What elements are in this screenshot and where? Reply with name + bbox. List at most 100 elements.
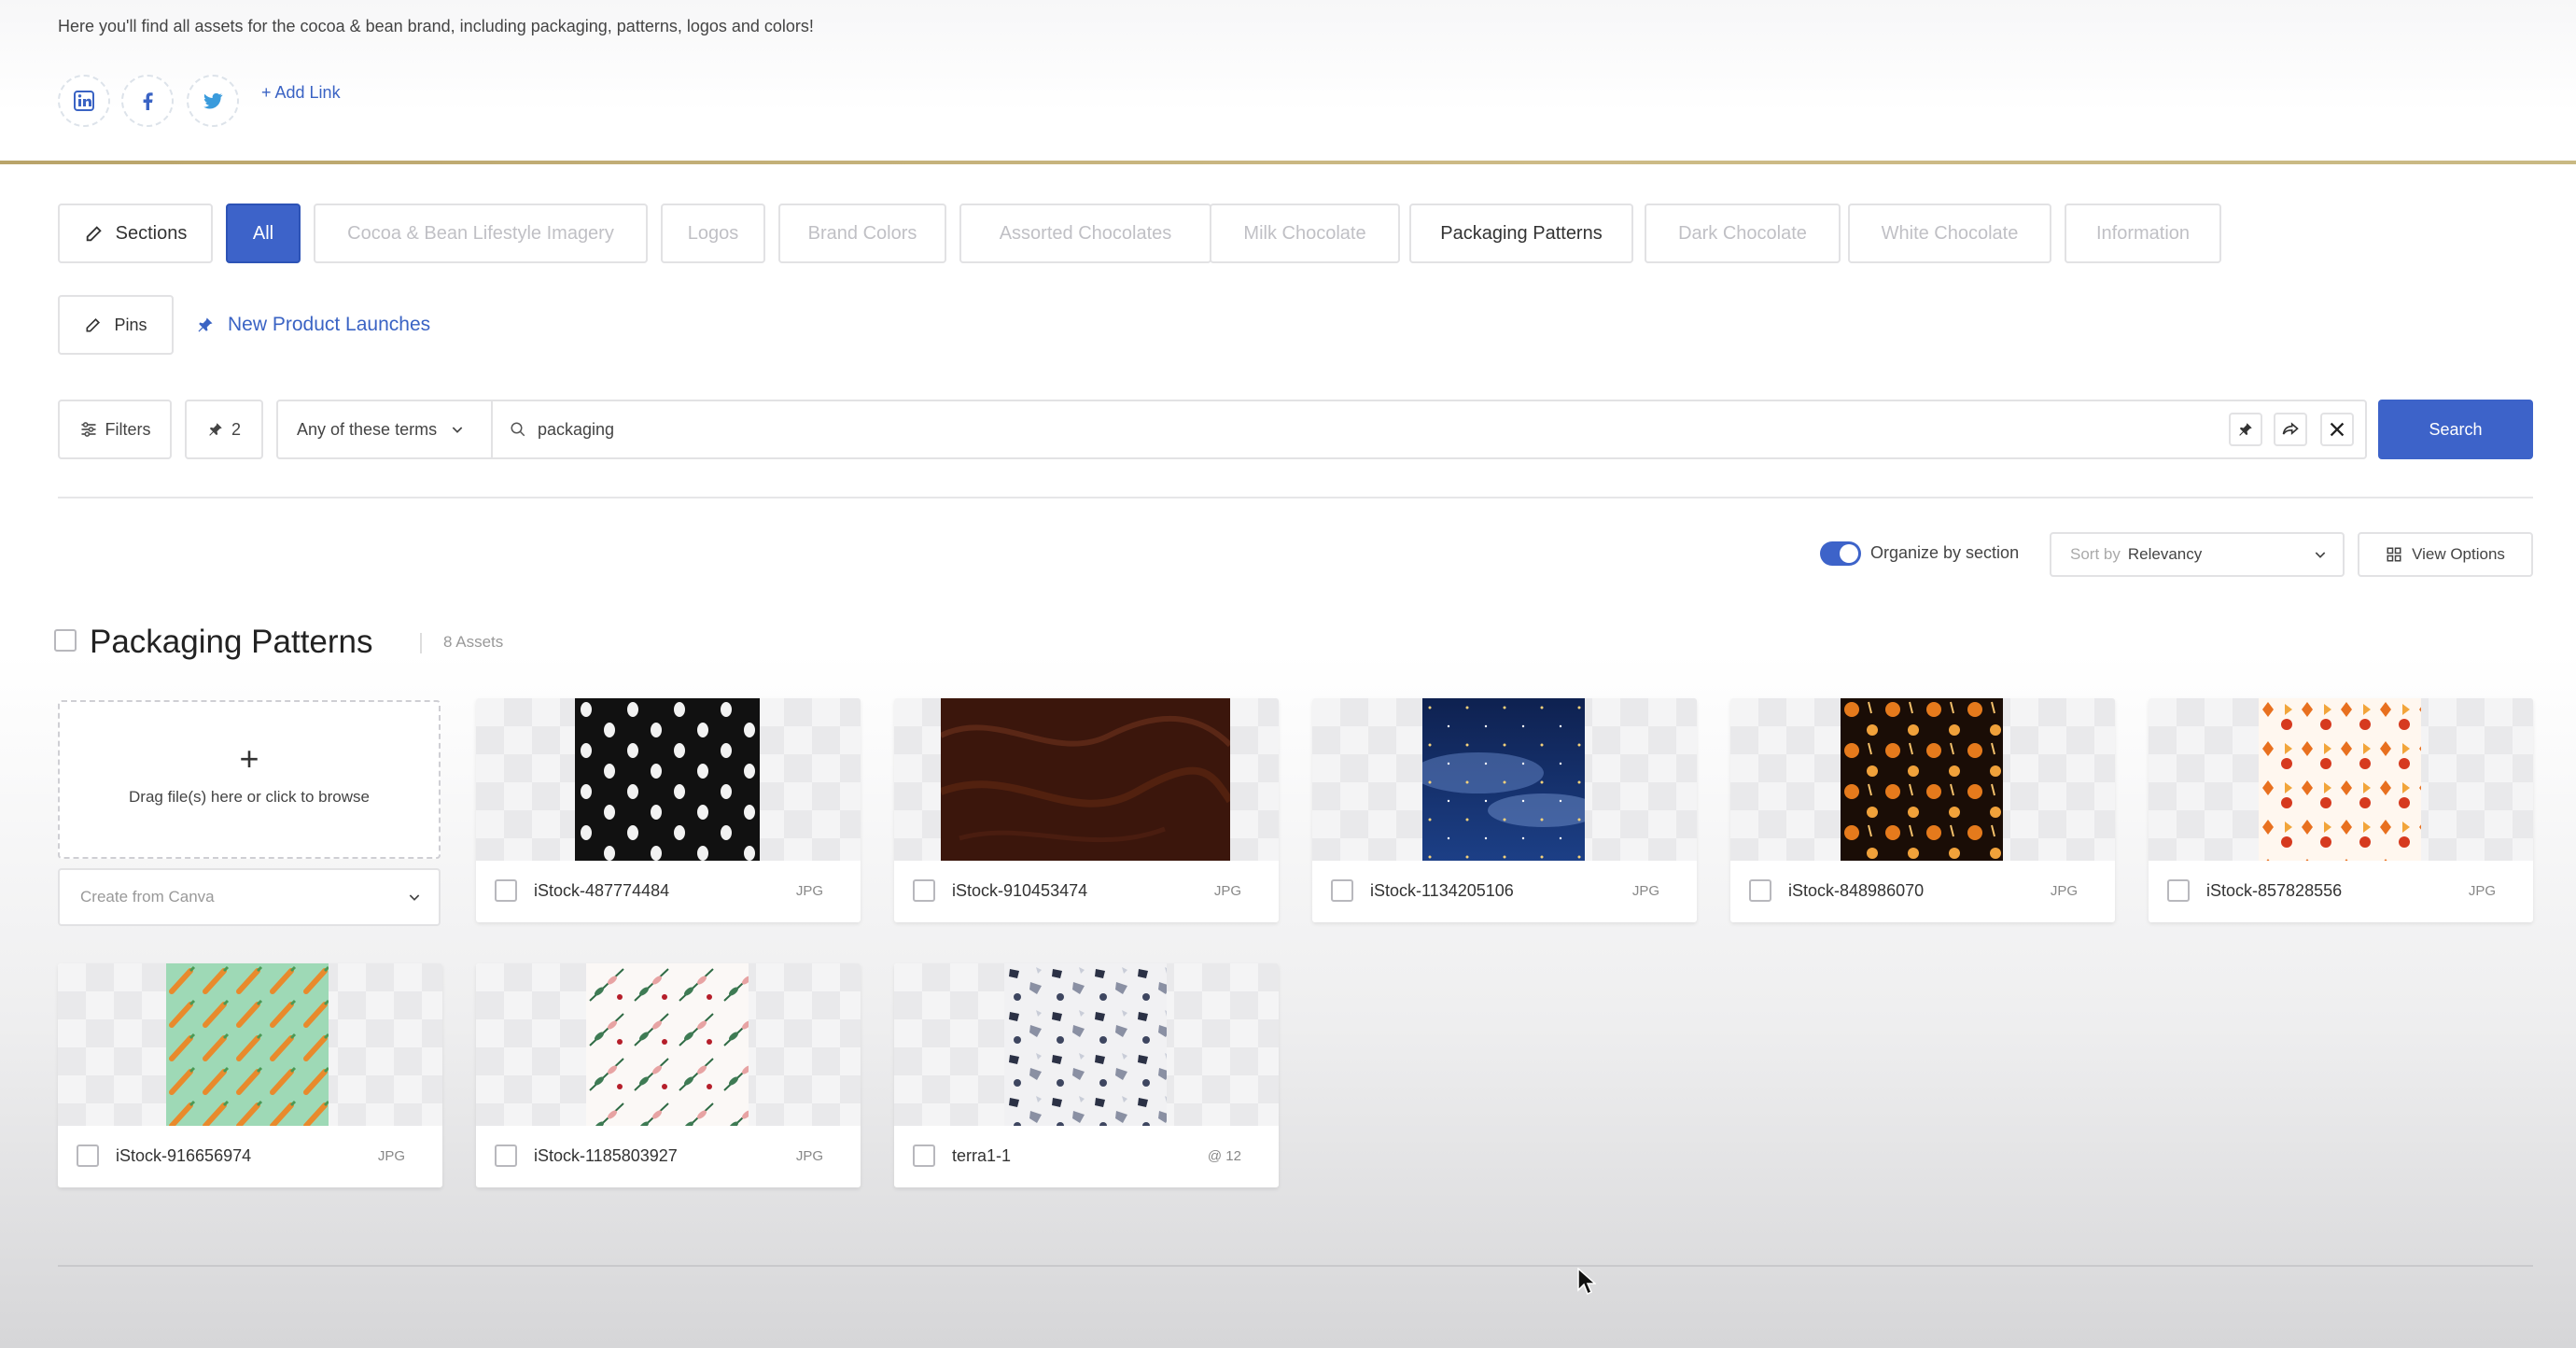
pinned-link-label: New Product Launches	[228, 314, 431, 335]
asset-thumbnail	[2259, 698, 2421, 861]
pins-edit-button[interactable]: Pins	[58, 295, 174, 355]
asset-checkbox[interactable]	[77, 1144, 99, 1167]
search-button[interactable]: Search	[2378, 400, 2533, 459]
match-mode-select[interactable]: Any of these terms	[276, 400, 493, 459]
upload-dropzone[interactable]: + Drag file(s) here or click to browse	[58, 700, 441, 859]
chip-white-chocolate[interactable]: White Chocolate	[1848, 204, 2051, 263]
chip-milk-chocolate[interactable]: Milk Chocolate	[1210, 204, 1400, 263]
chip-packaging-patterns[interactable]: Packaging Patterns	[1409, 204, 1633, 263]
asset-card[interactable]: iStock-857828556 JPG	[2149, 698, 2533, 922]
asset-name: iStock-910453474	[952, 881, 1088, 900]
asset-count: 8 Assets	[443, 633, 504, 651]
asset-thumbnail	[575, 698, 760, 861]
asset-card[interactable]: iStock-1185803927 JPG	[476, 963, 861, 1187]
chevron-down-icon	[409, 894, 420, 901]
brand-description: Here you'll find all assets for the coco…	[58, 17, 814, 35]
asset-thumbnail	[166, 963, 329, 1126]
create-from-canva-select[interactable]: Create from Canva	[58, 868, 441, 926]
asset-name: iStock-487774484	[534, 881, 670, 900]
organize-by-section-toggle[interactable]	[1820, 541, 1861, 566]
asset-thumbnail	[941, 698, 1230, 861]
sliders-icon	[81, 422, 95, 437]
upload-hint: Drag file(s) here or click to browse	[129, 788, 370, 806]
asset-checkbox[interactable]	[495, 879, 517, 902]
pin-count: 2	[231, 419, 241, 439]
linkedin-link[interactable]	[58, 75, 110, 127]
section-select-checkbox[interactable]	[54, 629, 77, 652]
close-icon	[2330, 422, 2345, 437]
search-input[interactable]: packaging	[538, 420, 614, 440]
asset-card[interactable]: iStock-1134205106 JPG	[1312, 698, 1697, 922]
clear-search-button[interactable]	[2320, 413, 2354, 446]
canva-label: Create from Canva	[80, 888, 215, 906]
asset-card[interactable]: terra1-1 @ 12	[894, 963, 1279, 1187]
asset-thumbnail	[586, 963, 749, 1126]
asset-checkbox[interactable]	[2167, 879, 2190, 902]
pinned-count-button[interactable]: 2	[185, 400, 263, 459]
sections-edit-button[interactable]: Sections	[58, 204, 213, 263]
chevron-down-icon	[2315, 552, 2326, 558]
view-options-label: View Options	[2412, 545, 2505, 563]
linkedin-icon	[74, 91, 94, 111]
asset-checkbox[interactable]	[1749, 879, 1771, 902]
pin-icon	[198, 317, 213, 332]
asset-card[interactable]: iStock-916656974 JPG	[58, 963, 442, 1187]
pencil-icon	[84, 223, 105, 244]
asset-name: iStock-857828556	[2206, 881, 2343, 900]
section-bottom-divider	[58, 1265, 2533, 1267]
chip-assorted-chocolates[interactable]: Assorted Chocolates	[959, 204, 1211, 263]
grid-icon	[2387, 547, 2401, 562]
mouse-cursor-icon	[1577, 1268, 1596, 1296]
asset-checkbox[interactable]	[913, 1144, 935, 1167]
twitter-icon	[203, 92, 223, 109]
section-title: Packaging Patterns	[90, 624, 373, 660]
asset-checkbox[interactable]	[495, 1144, 517, 1167]
facebook-icon	[143, 92, 153, 110]
asset-type: JPG	[1631, 883, 1659, 899]
chip-all[interactable]: All	[226, 204, 301, 263]
pin-icon	[2239, 423, 2252, 436]
share-search-button[interactable]	[2274, 413, 2307, 446]
asset-thumbnail	[1841, 698, 2003, 861]
share-icon	[2282, 422, 2299, 435]
twitter-link[interactable]	[187, 75, 239, 127]
add-link-button[interactable]: + Add Link	[261, 83, 341, 103]
pin-search-button[interactable]	[2229, 413, 2262, 446]
chip-dark-chocolate[interactable]: Dark Chocolate	[1645, 204, 1841, 263]
pinned-search-new-product-launches[interactable]: New Product Launches	[196, 314, 430, 336]
asset-name: iStock-916656974	[116, 1146, 252, 1165]
pins-label: Pins	[114, 315, 147, 334]
asset-type: @ 12	[1207, 1148, 1241, 1164]
asset-type: JPG	[2050, 883, 2078, 899]
facebook-link[interactable]	[121, 75, 174, 127]
asset-name: iStock-1185803927	[534, 1146, 678, 1165]
asset-checkbox[interactable]	[913, 879, 935, 902]
asset-type: JPG	[795, 1148, 823, 1164]
asset-name: iStock-848986070	[1788, 881, 1925, 900]
chip-brand-colors[interactable]: Brand Colors	[778, 204, 946, 263]
asset-card[interactable]: iStock-910453474 JPG	[894, 698, 1279, 922]
asset-card[interactable]: iStock-487774484 JPG	[476, 698, 861, 922]
sort-select[interactable]: Sort by Relevancy	[2050, 532, 2345, 577]
asset-type: JPG	[1213, 883, 1241, 899]
section-title-divider	[420, 633, 422, 653]
filters-label: Filters	[105, 419, 151, 439]
asset-card[interactable]: iStock-848986070 JPG	[1730, 698, 2115, 922]
organize-by-section-label: Organize by section	[1870, 543, 2020, 562]
plus-icon: +	[239, 739, 259, 778]
asset-name: iStock-1134205106	[1370, 881, 1514, 900]
sort-value: Relevancy	[2127, 545, 2203, 563]
filters-button[interactable]: Filters	[58, 400, 172, 459]
search-field[interactable]: packaging	[491, 400, 2367, 459]
chip-information[interactable]: Information	[2065, 204, 2221, 263]
asset-checkbox[interactable]	[1331, 879, 1353, 902]
chip-logos[interactable]: Logos	[661, 204, 765, 263]
asset-type: JPG	[377, 1148, 405, 1164]
asset-type: JPG	[795, 883, 823, 899]
asset-thumbnail	[1422, 698, 1585, 861]
asset-thumbnail	[1004, 963, 1167, 1126]
search-icon	[511, 422, 525, 437]
sections-label: Sections	[115, 222, 188, 244]
view-options-button[interactable]: View Options	[2358, 532, 2533, 577]
chip-lifestyle-imagery[interactable]: Cocoa & Bean Lifestyle Imagery	[314, 204, 648, 263]
